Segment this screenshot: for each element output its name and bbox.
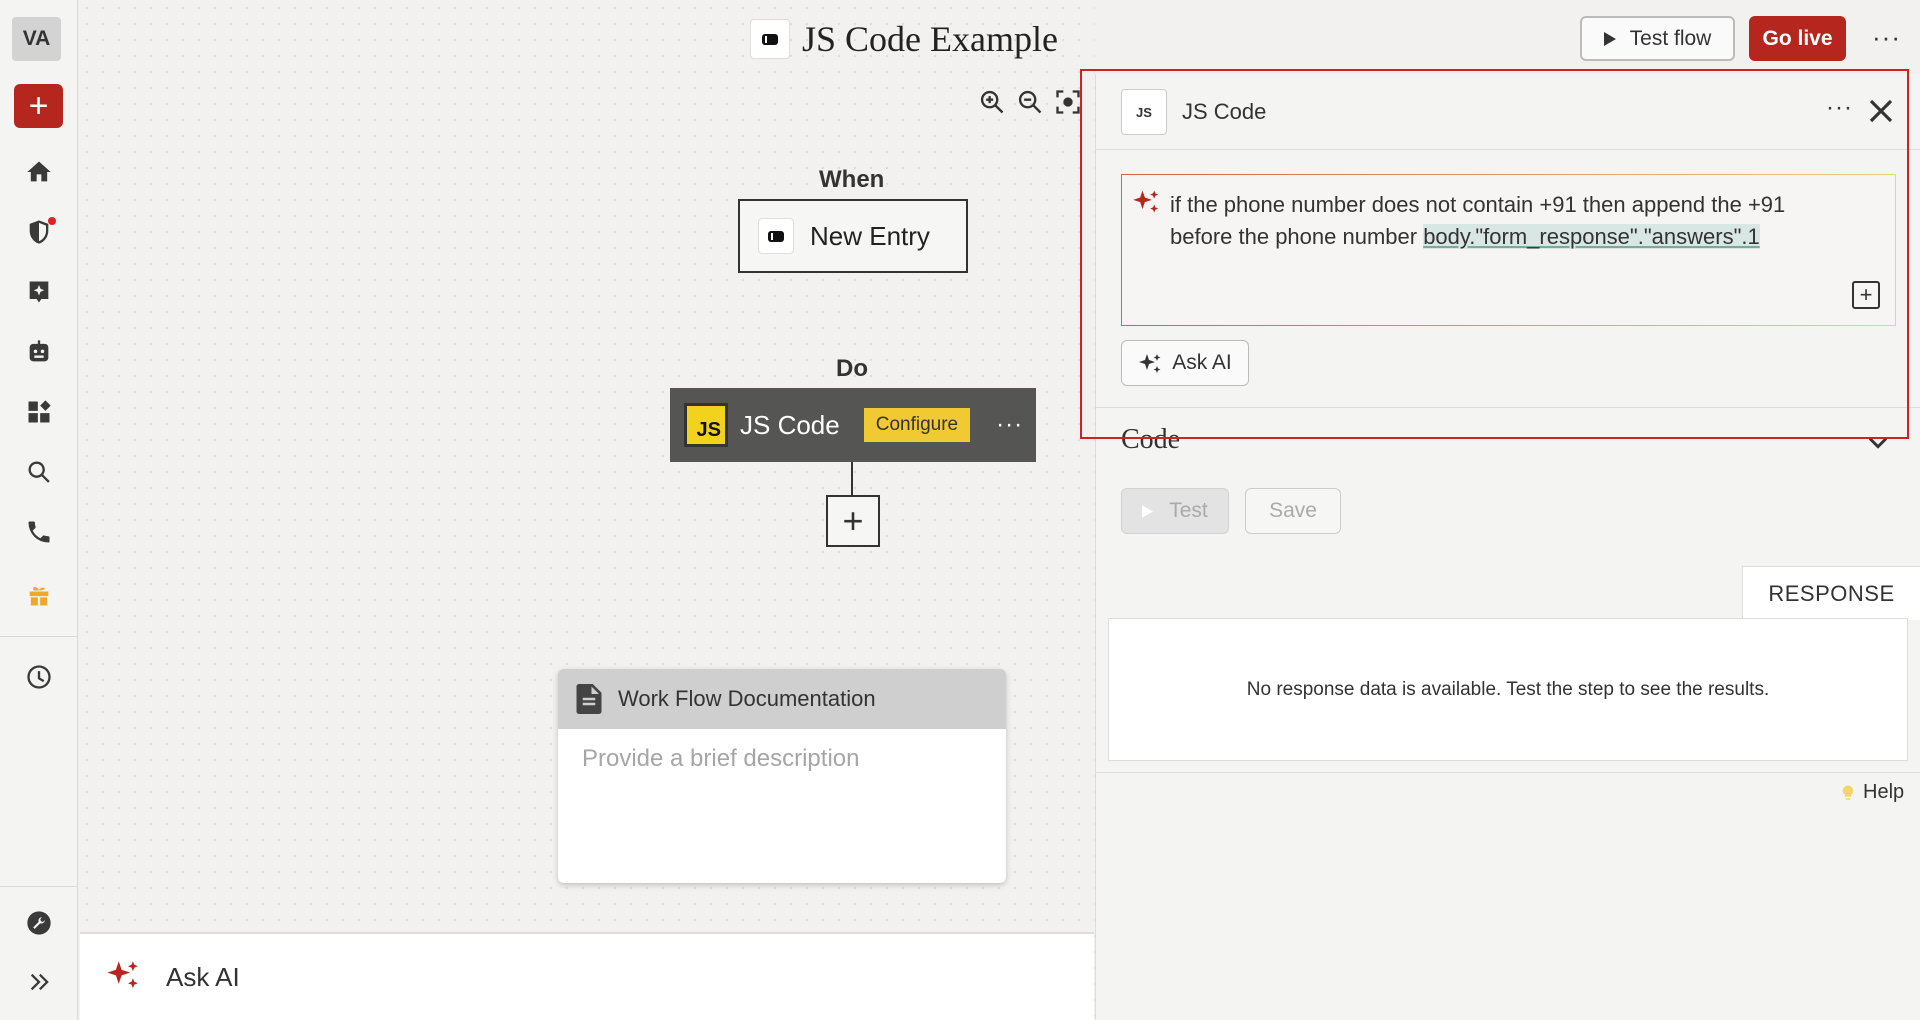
history-icon[interactable] bbox=[20, 658, 58, 696]
prompt-text[interactable]: if the phone number does not contain +91… bbox=[1170, 189, 1830, 253]
test-label: Test bbox=[1169, 499, 1208, 522]
action-label: JS Code bbox=[740, 409, 840, 440]
ai-agent-icon[interactable] bbox=[20, 273, 58, 311]
home-icon[interactable] bbox=[20, 153, 58, 191]
shield-icon[interactable] bbox=[20, 213, 58, 251]
help-link[interactable]: Help bbox=[1839, 781, 1904, 804]
trigger-node[interactable]: New Entry bbox=[738, 199, 968, 273]
left-sidebar: VA + bbox=[0, 0, 78, 1020]
js-code-node[interactable]: JS JS Code Configure ··· bbox=[670, 388, 1036, 462]
robot-icon[interactable] bbox=[20, 333, 58, 371]
node-connector bbox=[851, 462, 853, 496]
avatar[interactable]: VA bbox=[12, 17, 61, 61]
ask-ai-bar-label: Ask AI bbox=[166, 961, 240, 992]
fit-view-icon[interactable] bbox=[1054, 88, 1082, 116]
panel-header: JS JS Code ··· bbox=[1096, 74, 1920, 150]
gift-icon[interactable] bbox=[20, 576, 58, 614]
ask-ai-bar[interactable]: Ask AI bbox=[80, 932, 1094, 1020]
js-logo-icon: JS bbox=[684, 403, 728, 447]
variable-token[interactable]: body."form_response"."answers".1 bbox=[1423, 224, 1760, 249]
ask-ai-button[interactable]: Ask AI bbox=[1121, 340, 1249, 386]
code-section-header[interactable]: Code bbox=[1121, 424, 1180, 456]
sparkle-icon bbox=[1132, 187, 1160, 220]
search-icon[interactable] bbox=[20, 453, 58, 491]
sidebar-divider bbox=[0, 636, 78, 637]
document-icon bbox=[576, 684, 602, 714]
configure-badge[interactable]: Configure bbox=[863, 408, 971, 442]
help-label: Help bbox=[1863, 781, 1905, 803]
sparkle-icon bbox=[1139, 354, 1161, 373]
zoom-in-icon[interactable] bbox=[978, 88, 1006, 116]
trigger-label: New Entry bbox=[810, 220, 930, 251]
step-config-panel: JS JS Code ··· if the phone number does … bbox=[1095, 74, 1920, 1020]
lightbulb-icon bbox=[1842, 785, 1854, 800]
panel-title: JS Code bbox=[1182, 99, 1267, 124]
close-icon[interactable] bbox=[1866, 96, 1896, 126]
js-step-icon: JS bbox=[1121, 89, 1167, 135]
divider bbox=[1096, 772, 1920, 773]
doc-description-input[interactable]: Provide a brief description bbox=[558, 729, 1006, 789]
play-icon bbox=[1142, 504, 1154, 518]
zoom-out-icon[interactable] bbox=[1016, 88, 1044, 116]
panel-more-icon[interactable]: ··· bbox=[1826, 94, 1853, 122]
apps-icon[interactable] bbox=[20, 393, 58, 431]
doc-card-header: Work Flow Documentation bbox=[558, 669, 1006, 729]
create-new-button[interactable]: + bbox=[14, 84, 63, 128]
notification-dot bbox=[48, 217, 56, 225]
app-logo-icon bbox=[750, 19, 790, 59]
doc-card-title: Work Flow Documentation bbox=[618, 686, 876, 711]
trigger-app-icon bbox=[758, 218, 794, 254]
header-more-icon[interactable]: ··· bbox=[1872, 22, 1901, 53]
play-icon bbox=[1603, 31, 1616, 46]
ai-prompt-input[interactable]: if the phone number does not contain +91… bbox=[1121, 174, 1896, 326]
divider bbox=[1096, 407, 1920, 408]
test-button[interactable]: Test bbox=[1121, 488, 1229, 534]
chevron-down-icon[interactable] bbox=[1864, 428, 1892, 456]
workflow-documentation-card[interactable]: Work Flow Documentation Provide a brief … bbox=[558, 669, 1006, 883]
when-label: When bbox=[819, 166, 885, 193]
go-live-button[interactable]: Go live bbox=[1749, 16, 1846, 61]
zoom-tools bbox=[978, 88, 1082, 116]
flow-title-text[interactable]: JS Code Example bbox=[802, 18, 1058, 60]
add-step-button[interactable]: + bbox=[826, 495, 880, 547]
tab-response[interactable]: RESPONSE bbox=[1742, 566, 1920, 620]
test-flow-button[interactable]: Test flow bbox=[1580, 16, 1735, 61]
sparkle-icon bbox=[106, 957, 140, 998]
tools-icon[interactable] bbox=[20, 904, 58, 942]
phone-icon[interactable] bbox=[20, 513, 58, 551]
response-empty-state: No response data is available. Test the … bbox=[1108, 618, 1908, 761]
node-more-icon[interactable]: ··· bbox=[996, 411, 1023, 439]
do-label: Do bbox=[836, 355, 868, 382]
test-flow-label: Test flow bbox=[1629, 26, 1712, 50]
ask-ai-button-label: Ask AI bbox=[1172, 351, 1232, 374]
save-button[interactable]: Save bbox=[1245, 488, 1341, 534]
insert-variable-icon[interactable]: + bbox=[1852, 281, 1880, 309]
flow-title: JS Code Example bbox=[750, 18, 1058, 60]
expand-sidebar-icon[interactable] bbox=[20, 963, 58, 1001]
sidebar-divider bbox=[0, 886, 78, 887]
